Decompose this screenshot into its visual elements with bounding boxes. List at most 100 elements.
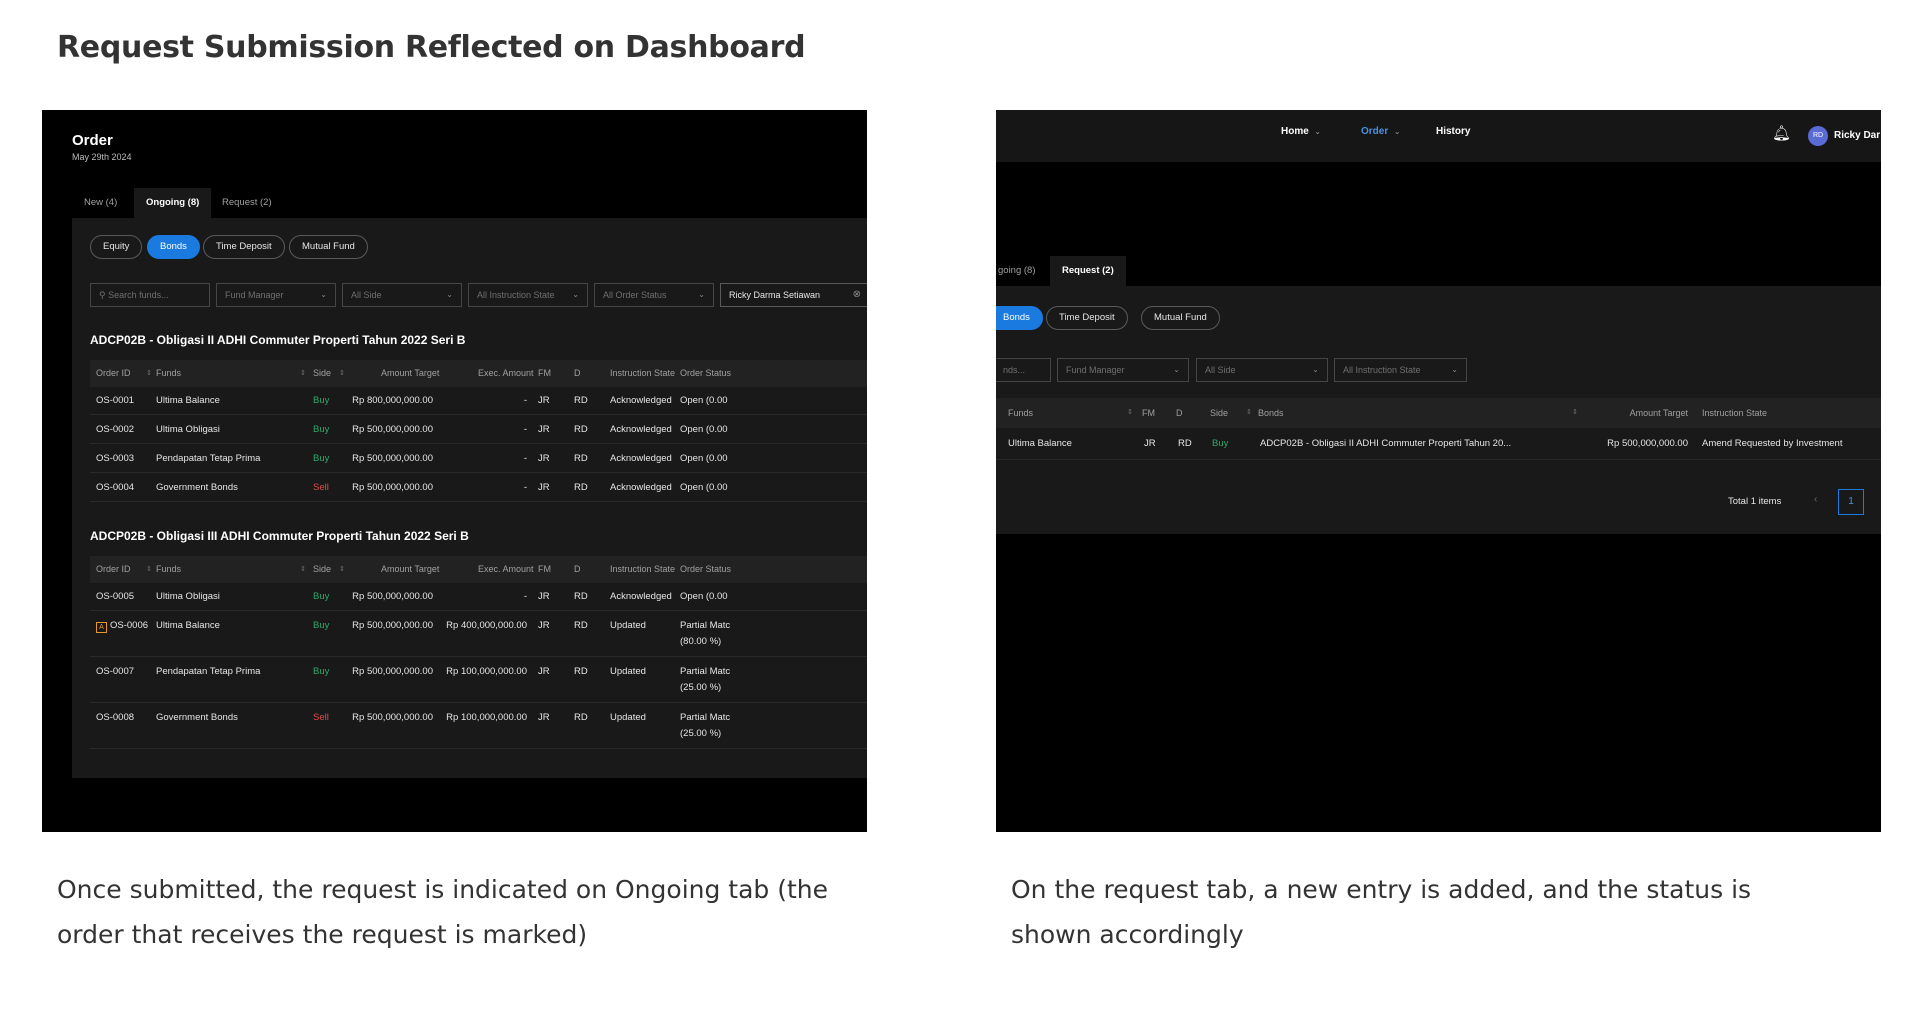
pill-bonds[interactable]: Bonds (147, 235, 200, 259)
cell-order-status: Open (0.00 (680, 591, 728, 602)
cell-fm: JR (538, 482, 550, 493)
sort-icon: ⇕ (1572, 409, 1578, 416)
cell-d: RD (574, 482, 588, 493)
th-bonds: Bonds ⇕ (1258, 398, 1578, 428)
cell-side: Sell (313, 482, 329, 493)
cell-amount-target: Rp 500,000,000.00 (352, 712, 433, 723)
cell-side: Buy (313, 395, 330, 406)
pill-time-deposit[interactable]: Time Deposit (1046, 306, 1128, 330)
chevron-down-icon: ⌄ (698, 290, 705, 299)
search-input[interactable]: ⚲ Search funds... (90, 283, 210, 307)
order-status-select[interactable]: All Order Status ⌄ (594, 283, 714, 307)
pill-mutual-fund[interactable]: Mutual Fund (1141, 306, 1220, 330)
side-select[interactable]: All Side ⌄ (342, 283, 462, 307)
th-side: Side ⇕ (313, 360, 345, 387)
nav-history[interactable]: History (1436, 126, 1470, 137)
user-filter[interactable]: Ricky Darma Setiawan ⊗ (720, 283, 867, 307)
cell-d: RD (574, 620, 588, 631)
cell-order-status: Open (0.00 (680, 395, 728, 406)
ongoing-card: Equity Bonds Time Deposit Mutual Fund ⚲ … (72, 218, 867, 778)
chevron-left-icon[interactable]: ‹ (1814, 494, 1817, 505)
fund-manager-select[interactable]: Fund Manager ⌄ (216, 283, 336, 307)
tab-ongoing[interactable]: Ongoing (8) (134, 188, 212, 218)
sort-icon: ⇕ (300, 566, 306, 573)
table-row[interactable]: Ultima Balance JR RD Buy ADCP02B - Oblig… (996, 428, 1881, 460)
sort-icon: ⇕ (339, 370, 345, 377)
cell-order-id: OS-0008 (96, 712, 135, 723)
table-row[interactable]: OS-0001 Ultima Balance Buy Rp 800,000,000.0… (90, 387, 867, 415)
cell-amount-target: Rp 500,000,000.00 (352, 424, 433, 435)
cell-side: Buy (313, 591, 330, 602)
nav-order[interactable]: Order ⌄ (1361, 126, 1400, 137)
cell-order-status: Partial Matc (680, 666, 731, 677)
pill-time-deposit[interactable]: Time Deposit (203, 235, 285, 259)
tab-new[interactable]: New (4) (72, 188, 129, 218)
chevron-down-icon: ⌄ (1314, 129, 1321, 136)
cell-fm: JR (538, 620, 550, 631)
table-row[interactable]: OS-0008 Government Bonds Sell Rp 500,000,00… (90, 704, 867, 749)
nav-home[interactable]: Home ⌄ (1281, 126, 1321, 137)
user-name[interactable]: Ricky Dar (1834, 130, 1880, 141)
top-nav: Home ⌄ Order ⌄ History 🔔︎ RD Ricky Dar (996, 110, 1881, 162)
table-row[interactable]: A OS-0006 Ultima Balance Buy Rp 500,000,000.… (90, 612, 867, 657)
th-order-status: Order Status (680, 368, 732, 378)
cell-instruction-state: Acknowledged (610, 482, 672, 493)
cell-order-status-percent: (80.00 %) (680, 636, 722, 647)
cell-exec-amount: - (523, 395, 527, 406)
cell-fund: Ultima Balance (1008, 438, 1072, 449)
total-items: Total 1 items (1728, 496, 1782, 507)
clear-icon[interactable]: ⊗ (853, 284, 861, 306)
table-header: Order ID ⇕ Funds ⇕ Side ⇕ Amount Target Exe… (90, 556, 867, 583)
search-input[interactable]: nds... (996, 358, 1051, 382)
page-number[interactable]: 1 (1838, 489, 1864, 515)
bell-icon[interactable]: 🔔︎ (1772, 124, 1791, 142)
table-row[interactable]: OS-0007 Pendapatan Tetap Prima Buy Rp 500,0… (90, 658, 867, 703)
cell-amount-target: Rp 500,000,000.00 (352, 666, 433, 677)
table-row[interactable]: OS-0004 Government Bonds Sell Rp 500,000,00… (90, 474, 867, 502)
pill-mutual-fund[interactable]: Mutual Fund (289, 235, 368, 259)
cell-bond: ADCP02B - Obligasi II ADHI Commuter Prop… (1260, 438, 1512, 449)
search-icon: ⚲ (99, 290, 106, 300)
section-title: ADCP02B - Obligasi II ADHI Commuter Prop… (90, 333, 466, 347)
sort-icon: ⇕ (146, 566, 152, 573)
tab-ongoing[interactable]: going (8) (996, 256, 1042, 286)
cell-side: Buy (313, 620, 330, 631)
cell-instruction-state: Acknowledged (610, 453, 672, 464)
cell-order-id: OS-0007 (96, 666, 135, 677)
chevron-down-icon: ⌄ (1173, 365, 1180, 374)
order-date: May 29th 2024 (72, 152, 132, 162)
cell-order-id: OS-0003 (96, 453, 135, 464)
table-row[interactable]: OS-0002 Ultima Obligasi Buy Rp 500,000,000.… (90, 416, 867, 444)
cell-fund: Ultima Obligasi (156, 424, 220, 435)
cell-order-status: Open (0.00 (680, 424, 728, 435)
tab-request[interactable]: Request (2) (1050, 256, 1126, 286)
cell-d: RD (574, 453, 588, 464)
th-exec-amount: Exec. Amount (478, 564, 534, 574)
side-select[interactable]: All Side ⌄ (1196, 358, 1328, 382)
cell-exec-amount: - (523, 482, 527, 493)
instruction-state-select[interactable]: All Instruction State ⌄ (1334, 358, 1467, 382)
instruction-state-select[interactable]: All Instruction State ⌄ (468, 283, 588, 307)
avatar[interactable]: RD (1808, 126, 1828, 146)
th-fm: FM (1142, 408, 1155, 418)
cell-d: RD (574, 591, 588, 602)
th-side: Side ⇕ (313, 556, 345, 583)
cell-amount-target: Rp 500,000,000.00 (352, 591, 433, 602)
pill-equity[interactable]: Equity (90, 235, 143, 259)
th-order-id: Order ID ⇕ (96, 360, 152, 387)
table-row[interactable]: OS-0005 Ultima Obligasi Buy Rp 500,000,000.… (90, 583, 867, 611)
th-amount-target: Amount Target (381, 368, 440, 378)
cell-fund: Government Bonds (156, 482, 238, 493)
table-row[interactable]: OS-0003 Pendapatan Tetap Prima Buy Rp 500,0… (90, 445, 867, 473)
tab-request[interactable]: Request (2) (210, 188, 284, 218)
fund-manager-select[interactable]: Fund Manager ⌄ (1057, 358, 1189, 382)
th-instruction-state: Instruction State (610, 368, 676, 378)
cell-fund: Ultima Balance (156, 395, 220, 406)
cell-side: Buy (313, 666, 330, 677)
sort-icon: ⇕ (146, 370, 152, 377)
cell-exec-amount: - (523, 424, 527, 435)
cell-fund: Government Bonds (156, 712, 238, 723)
table-header: Order ID ⇕ Funds ⇕ Side ⇕ Amount Target Exe… (90, 360, 867, 387)
pill-bonds[interactable]: Bonds (996, 306, 1043, 330)
cell-order-id: A OS-0006 (96, 620, 148, 633)
